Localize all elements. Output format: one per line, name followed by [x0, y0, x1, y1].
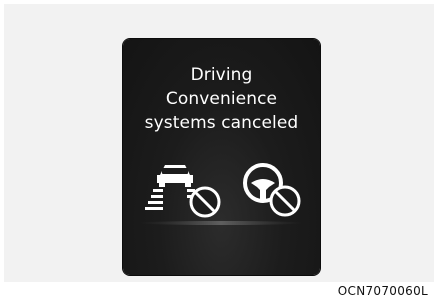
cancel-message: Driving Convenience systems canceled [123, 63, 320, 135]
message-line-3: systems canceled [144, 113, 299, 133]
reflection [139, 221, 303, 225]
figure-code: OCN7070060L [337, 284, 428, 298]
cluster-display: Driving Convenience systems canceled [123, 39, 320, 275]
message-line-1: Driving [190, 65, 253, 85]
lane-departure-disabled-icon [145, 165, 221, 218]
message-line-2: Convenience [165, 89, 278, 109]
steering-assist-disabled-icon [243, 163, 301, 217]
status-icons [139, 163, 303, 225]
